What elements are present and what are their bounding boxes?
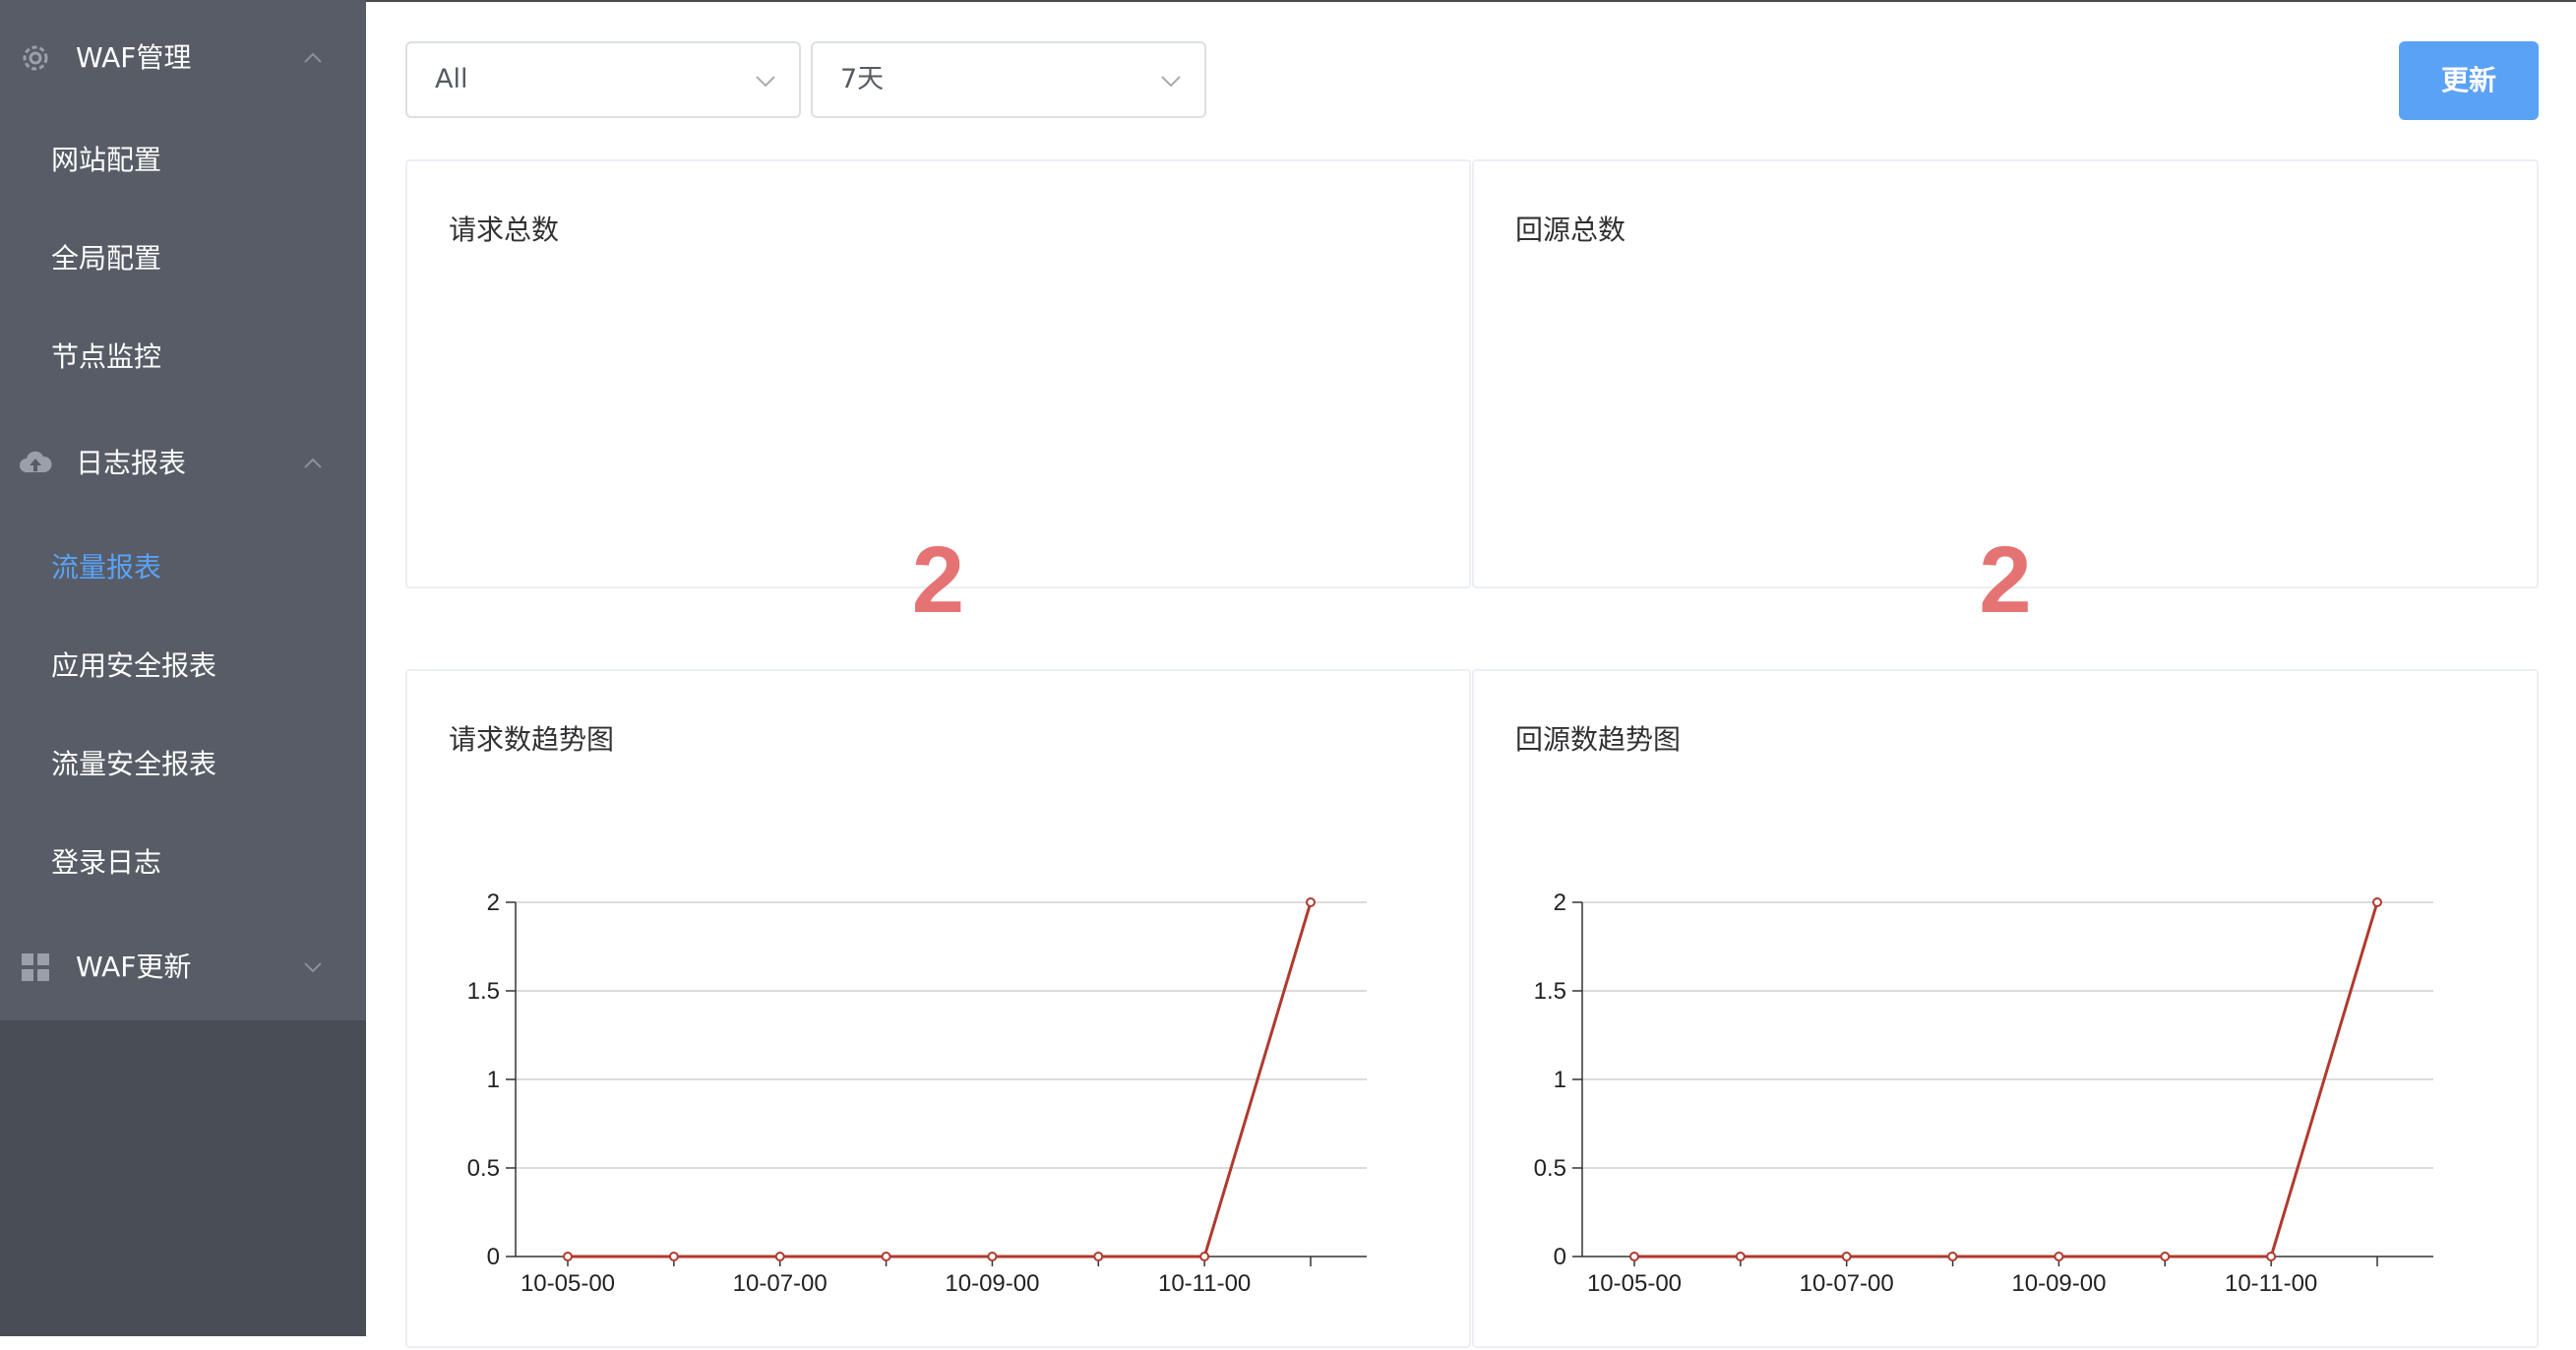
sidebar-item-login-log[interactable]: 登录日志	[0, 814, 366, 912]
y-tick-label: 2	[1554, 890, 1566, 916]
sidebar-item-label: 登录日志	[51, 846, 162, 879]
chart-card-requests: 请求数趋势图 0 0.5 1 1.5 2 10-05-00 10-07-00 10-09-00…	[405, 669, 1471, 1348]
card-title: 回源总数	[1515, 214, 1626, 246]
cloud-upload-icon	[20, 451, 52, 472]
sidebar-item-traffic-security-report[interactable]: 流量安全报表	[0, 715, 366, 814]
x-tick-label: 10-09-00	[945, 1270, 1039, 1297]
sidebar-item-app-security-report[interactable]: 应用安全报表	[0, 617, 366, 715]
sidebar-item-site-config[interactable]: 网站配置	[0, 111, 366, 210]
data-point	[987, 1252, 998, 1261]
menu-group-label: WAF更新	[76, 951, 192, 983]
y-tick-label: 2	[487, 890, 500, 916]
menu-group-waf-update[interactable]: WAF更新	[0, 918, 366, 1016]
y-tick-label: 0.5	[467, 1155, 500, 1182]
menu-group-log-reports[interactable]: 日志报表	[0, 414, 366, 513]
data-point	[1199, 1252, 1210, 1261]
y-tick-label: 1.5	[467, 978, 500, 1005]
data-point	[2160, 1252, 2171, 1261]
x-tick-label: 10-09-00	[2011, 1270, 2106, 1297]
y-tick-label: 0.5	[1534, 1155, 1566, 1182]
data-point	[1629, 1252, 1639, 1261]
sidebar-item-label: 全局配置	[51, 242, 162, 275]
data-point	[2054, 1252, 2064, 1261]
origin-trend-chart: 0 0.5 1 1.5 2 10-05-00 10-07-00 10-09-00 10-11-0…	[1534, 890, 2433, 1297]
gear-icon	[23, 45, 48, 71]
data-point	[1947, 1252, 1958, 1261]
card-title: 请求总数	[449, 214, 560, 246]
data-point	[2266, 1252, 2277, 1261]
chevron-down-icon	[756, 76, 775, 88]
menu-group-label: WAF管理	[76, 41, 192, 74]
x-tick-label: 10-11-00	[2225, 1270, 2317, 1297]
data-point	[1841, 1252, 1852, 1261]
data-point	[668, 1252, 679, 1261]
x-tick-label: 10-07-00	[733, 1270, 828, 1297]
site-select[interactable]: All	[405, 41, 801, 118]
sidebar-item-label: 流量报表	[51, 551, 162, 583]
chevron-up-icon	[304, 52, 322, 63]
x-tick-label: 10-11-00	[1158, 1270, 1251, 1297]
y-tick-label: 0	[1554, 1244, 1566, 1270]
stat-card-origin: 回源总数 2	[1472, 159, 2539, 630]
chevron-down-icon	[1161, 76, 1181, 88]
data-point	[881, 1252, 891, 1261]
data-point	[563, 1252, 573, 1261]
y-tick-label: 0	[487, 1244, 500, 1270]
sidebar-item-traffic-report[interactable]: 流量报表	[0, 519, 366, 617]
menu-group-label: 日志报表	[76, 447, 187, 479]
top-border	[366, 0, 2576, 2]
y-tick-label: 1.5	[1534, 978, 1566, 1005]
chart-card-origin: 回源数趋势图 0 0.5 1 1.5 2 10-05-00 10-07-00 10-09-00…	[1472, 669, 2539, 1348]
menu-group-waf-management[interactable]: WAF管理	[0, 9, 366, 107]
x-tick-label: 10-07-00	[1800, 1270, 1894, 1297]
data-point	[1093, 1252, 1104, 1261]
sidebar-item-node-monitor[interactable]: 节点监控	[0, 308, 366, 406]
data-point	[1306, 897, 1316, 907]
time-range-select[interactable]: 7天	[811, 41, 1206, 118]
update-button[interactable]: 更新	[2399, 41, 2539, 120]
grid-icon	[22, 953, 49, 981]
chevron-up-icon	[304, 458, 322, 468]
sidebar-item-label: 应用安全报表	[51, 649, 217, 682]
chevron-down-icon	[304, 962, 322, 973]
sidebar: WAF管理 网站配置 全局配置 节点监控 日志报表 流量报表 应用安全报表 流量…	[0, 0, 366, 1336]
sidebar-item-global-config[interactable]: 全局配置	[0, 210, 366, 308]
data-point	[1735, 1252, 1746, 1261]
requests-trend-chart: 0 0.5 1 1.5 2 10-05-00 10-07-00 10-09-00 10-11-0…	[467, 890, 1367, 1297]
time-range-select-value: 7天	[840, 64, 885, 94]
y-tick-label: 1	[487, 1067, 500, 1093]
x-tick-label: 10-05-00	[521, 1270, 615, 1297]
stat-value: 2	[1979, 527, 2032, 633]
site-select-value: All	[435, 64, 468, 94]
stat-value: 2	[911, 527, 965, 633]
x-tick-label: 10-05-00	[1587, 1270, 1682, 1297]
sidebar-item-label: 网站配置	[51, 144, 162, 176]
sidebar-item-label: 流量安全报表	[51, 748, 217, 780]
sidebar-item-label: 节点监控	[51, 340, 162, 373]
data-point	[2372, 897, 2382, 907]
sidebar-menu: WAF管理 网站配置 全局配置 节点监控 日志报表 流量报表 应用安全报表 流量…	[0, 0, 366, 1020]
y-tick-label: 1	[1554, 1067, 1566, 1093]
data-point	[774, 1252, 785, 1261]
stat-card-requests: 请求总数 2	[405, 159, 1471, 630]
